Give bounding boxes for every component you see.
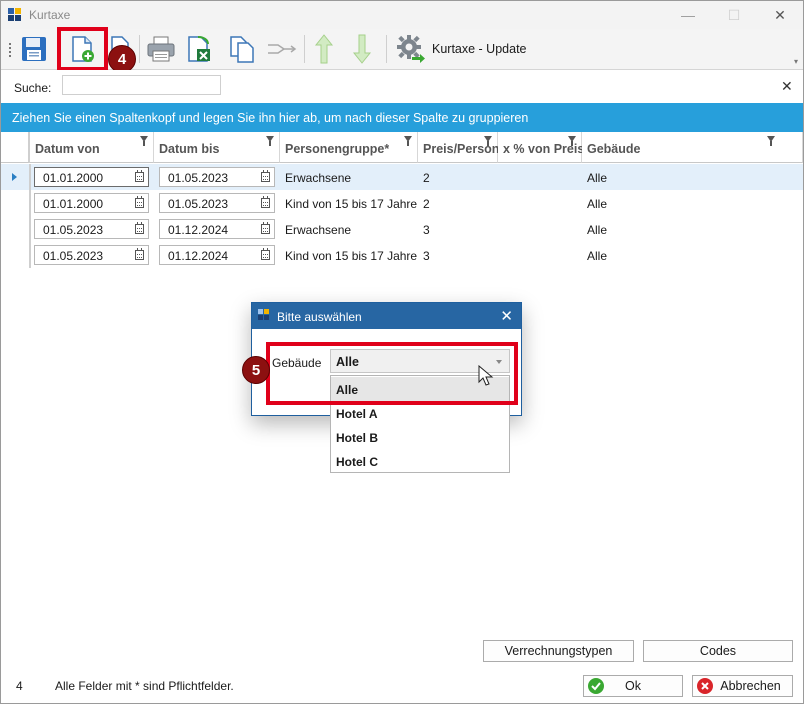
filter-icon[interactable] [140,136,148,146]
calendar-icon[interactable] [135,170,144,182]
excel-export-icon [188,36,210,62]
column-header-personengruppe[interactable]: Personengruppe* [280,132,418,163]
kurtaxe-update-label[interactable]: Kurtaxe - Update [432,42,527,56]
toolbar-overflow-icon[interactable]: ▾ [794,57,798,66]
date-to-field[interactable]: 01.12.2024 [159,245,275,265]
save-icon [22,37,46,61]
gear-update-icon [397,35,425,63]
row-header-corner [1,132,30,163]
record-count: 4 [16,679,23,693]
cell-personengruppe[interactable]: Erwachsene [285,171,351,185]
column-header-prozent-von-preis[interactable]: x % von Preis [498,132,584,163]
search-input[interactable] [62,75,221,95]
table-row[interactable]: 01.05.2023 01.12.2024 Kind von 15 bis 17… [1,242,803,268]
minimize-button[interactable]: — [665,1,711,29]
cell-preis[interactable]: 3 [423,249,430,263]
maximize-button[interactable]: ☐ [711,1,757,29]
filter-icon[interactable] [484,136,492,146]
group-by-hint: Ziehen Sie einen Spaltenkopf und legen S… [12,111,529,125]
cell-gebaeude[interactable]: Alle [587,171,607,185]
calendar-icon[interactable] [135,248,144,260]
filter-icon[interactable] [404,136,412,146]
toolbar-separator [386,35,387,63]
date-to-field[interactable]: 01.05.2023 [159,193,275,213]
title-bar: Kurtaxe — ☐ ✕ [1,1,803,29]
search-bar: Suche: ✕ [1,70,803,102]
filter-icon[interactable] [266,136,274,146]
cell-preis[interactable]: 2 [423,171,430,185]
current-row-indicator-icon [12,173,17,181]
annotation-badge-4: 4 [108,45,136,73]
date-to-field[interactable]: 01.05.2023 [159,167,275,187]
check-icon [588,678,604,694]
table-row[interactable]: 01.01.2000 01.05.2023 Kind von 15 bis 17… [1,190,803,216]
print-button[interactable] [144,32,178,66]
filter-icon[interactable] [568,136,576,146]
move-up-icon [314,34,334,64]
excel-export-button[interactable] [182,32,216,66]
column-header-datum-bis[interactable]: Datum bis [154,132,280,163]
column-header-gebaeude[interactable]: Gebäude [582,132,803,163]
kurtaxe-update-button[interactable] [393,32,427,66]
cancel-icon [697,678,713,694]
dialog-title: Bitte auswählen [277,310,362,324]
main-window: Kurtaxe — ☐ ✕ Kurtaxe - Update ▾ 4 Suche… [0,0,804,704]
window-title: Kurtaxe [29,8,71,22]
copy-pages-icon [230,36,254,63]
codes-button[interactable]: Codes [643,640,793,662]
dropdown-option-hotel-b[interactable]: Hotel B [331,425,509,449]
table-row[interactable]: 01.05.2023 01.12.2024 Erwachsene 3 Alle [1,216,803,242]
calendar-icon[interactable] [135,222,144,234]
cell-gebaeude[interactable]: Alle [587,249,607,263]
annotation-badge-5: 5 [242,356,270,384]
cell-gebaeude[interactable]: Alle [587,223,607,237]
cell-personengruppe[interactable]: Kind von 15 bis 17 Jahre [285,249,417,263]
link-button[interactable] [265,32,299,66]
date-from-field[interactable]: 01.05.2023 [34,245,149,265]
toolbar-separator [304,35,305,63]
mouse-cursor-icon [478,365,494,386]
app-icon [258,309,270,321]
date-from-field[interactable]: 01.05.2023 [34,219,149,239]
save-button[interactable] [17,32,51,66]
clear-search-icon[interactable]: ✕ [781,78,793,95]
cell-personengruppe[interactable]: Kind von 15 bis 17 Jahre [285,197,417,211]
filter-icon[interactable] [767,136,775,146]
toolbar-separator [139,35,140,63]
date-to-field[interactable]: 01.12.2024 [159,219,275,239]
abbrechen-button[interactable]: Abbrechen [692,675,793,697]
group-by-panel[interactable]: Ziehen Sie einen Spaltenkopf und legen S… [1,103,803,132]
copy-pages-button[interactable] [225,32,259,66]
ok-button[interactable]: Ok [583,675,683,697]
annotation-highlight-new [57,27,108,71]
date-from-field[interactable]: 01.01.2000 [34,193,149,213]
print-icon [147,36,175,62]
move-down-icon [352,34,372,64]
cell-preis[interactable]: 3 [423,223,430,237]
search-label: Suche: [14,81,52,95]
date-from-field[interactable]: 01.01.2000 [34,167,149,187]
calendar-icon[interactable] [261,170,270,182]
dropdown-option-hotel-c[interactable]: Hotel C [331,449,509,473]
link-arrows-icon [268,44,297,54]
column-header-datum-von[interactable]: Datum von [30,132,154,163]
cell-preis[interactable]: 2 [423,197,430,211]
column-header-preis-person[interactable]: Preis/Person [418,132,499,163]
calendar-icon[interactable] [261,222,270,234]
cell-gebaeude[interactable]: Alle [587,197,607,211]
dialog-close-button[interactable]: ✕ [500,307,513,325]
move-up-button[interactable] [307,32,341,66]
verrechnungstypen-button[interactable]: Verrechnungstypen [483,640,634,662]
toolbar-grip-icon[interactable] [9,43,13,57]
close-button[interactable]: ✕ [757,1,803,29]
dialog-title-bar: Bitte auswählen ✕ [252,303,521,329]
cell-personengruppe[interactable]: Erwachsene [285,223,351,237]
table-row[interactable]: 01.01.2000 01.05.2023 Erwachsene 2 Alle [1,164,803,190]
app-icon [8,8,22,22]
calendar-icon[interactable] [261,248,270,260]
calendar-icon[interactable] [261,196,270,208]
required-fields-hint: Alle Felder mit * sind Pflichtfelder. [55,679,234,693]
move-down-button[interactable] [345,32,379,66]
calendar-icon[interactable] [135,196,144,208]
